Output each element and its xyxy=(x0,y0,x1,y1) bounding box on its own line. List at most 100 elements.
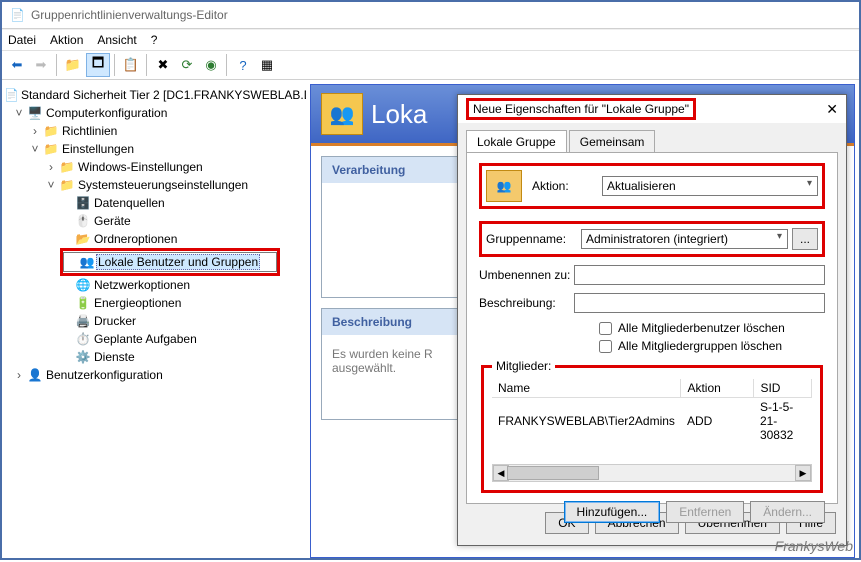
app-icon: 📄 xyxy=(10,8,25,22)
menu-bar: Datei Aktion Ansicht ? xyxy=(2,29,859,50)
check-gruppen-label: Alle Mitgliedergruppen löschen xyxy=(618,339,782,353)
users-groups-icon: 👥 xyxy=(486,170,522,202)
tree-root[interactable]: Standard Sicherheit Tier 2 [DC1.FRANKYSW… xyxy=(19,88,306,102)
computer-icon: 🖥️ xyxy=(26,106,44,120)
show-icon[interactable]: 🗖 xyxy=(86,53,110,77)
cell-name: FRANKYSWEBLAB\Tier2Admins xyxy=(492,398,681,445)
aktion-select[interactable]: Aktualisieren xyxy=(602,176,818,196)
options-icon[interactable]: ▦ xyxy=(256,54,278,76)
policy-icon: 📄 xyxy=(4,88,19,102)
toolbar-sep xyxy=(56,54,58,76)
tree-energie[interactable]: Energieoptionen xyxy=(92,296,183,310)
table-row[interactable]: FRANKYSWEBLAB\Tier2Admins ADD S-1-5-21-3… xyxy=(492,398,812,445)
toolbar: ⬅ ➡ 📁 🗖 📋 ✖ ⟳ ◉ ? ▦ xyxy=(2,50,859,80)
tree-richtlinien[interactable]: Richtlinien xyxy=(60,124,119,138)
col-aktion[interactable]: Aktion xyxy=(681,379,754,398)
datasources-icon: 🗄️ xyxy=(74,196,92,210)
folder-icon: 📁 xyxy=(58,160,76,174)
window-titlebar: 📄 Gruppenrichtlinienverwaltungs-Editor xyxy=(2,2,859,29)
services-icon: ⚙️ xyxy=(74,350,92,364)
help-icon[interactable]: ? xyxy=(232,54,254,76)
users-groups-icon: 👥 xyxy=(78,255,96,269)
refresh-icon[interactable]: ⟳ xyxy=(176,54,198,76)
pane-header-title: Loka xyxy=(371,99,427,130)
tree-windows[interactable]: Windows-Einstellungen xyxy=(76,160,205,174)
folder-icon: 📁 xyxy=(42,124,60,138)
beschreibung-input[interactable] xyxy=(574,293,825,313)
label-umbenennen: Umbenennen zu: xyxy=(479,268,574,282)
toolbar-sep xyxy=(114,54,116,76)
watermark: FrankysWeb xyxy=(775,538,853,554)
tree-geraete[interactable]: Geräte xyxy=(92,214,133,228)
scroll-thumb[interactable] xyxy=(507,466,599,480)
tab-gemeinsam[interactable]: Gemeinsam xyxy=(569,130,656,153)
tasks-icon: ⏱️ xyxy=(74,332,92,346)
tree-einstellungen[interactable]: Einstellungen xyxy=(60,142,136,156)
devices-icon: 🖱️ xyxy=(74,214,92,228)
check-benutzer-loeschen[interactable] xyxy=(599,322,612,335)
mitglieder-fieldset: Mitglieder: Name Aktion SID FRANKYSWEBLA… xyxy=(481,359,823,493)
folderopts-icon: 📂 xyxy=(74,232,92,246)
scroll-right-icon[interactable]: ▶ xyxy=(795,465,811,481)
nav-back-icon[interactable]: ⬅ xyxy=(6,54,28,76)
tree-system[interactable]: Systemsteuerungseinstellungen xyxy=(76,178,250,192)
check-gruppen-loeschen[interactable] xyxy=(599,340,612,353)
tab-lokale-gruppe[interactable]: Lokale Gruppe xyxy=(466,130,567,153)
remove-button[interactable]: Entfernen xyxy=(666,501,744,523)
tree-ordner[interactable]: Ordneroptionen xyxy=(92,232,179,246)
expand-icon[interactable]: › xyxy=(12,368,26,382)
close-icon[interactable]: ✕ xyxy=(826,101,838,118)
tree-computerconfig[interactable]: Computerkonfiguration xyxy=(44,106,169,120)
dialog-title: Neue Eigenschaften für "Lokale Gruppe" xyxy=(466,98,696,120)
folder-icon: 📁 xyxy=(58,178,76,192)
mitglieder-legend: Mitglieder: xyxy=(492,359,555,373)
printers-icon: 🖨️ xyxy=(74,314,92,328)
toolbar-sep xyxy=(226,54,228,76)
nav-tree[interactable]: 📄Standard Sicherheit Tier 2 [DC1.FRANKYS… xyxy=(2,80,306,562)
network-icon: 🌐 xyxy=(74,278,92,292)
copy-icon[interactable]: 📋 xyxy=(120,54,142,76)
properties-dialog: Neue Eigenschaften für "Lokale Gruppe" ✕… xyxy=(457,94,847,546)
add-button[interactable]: Hinzufügen... xyxy=(564,501,661,523)
menu-file[interactable]: Datei xyxy=(8,33,36,47)
delete-icon[interactable]: ✖ xyxy=(152,54,174,76)
label-aktion: Aktion: xyxy=(532,179,602,193)
users-groups-icon: 👥 xyxy=(321,93,363,135)
user-icon: 👤 xyxy=(26,368,44,382)
tree-netz[interactable]: Netzwerkoptionen xyxy=(92,278,192,292)
tree-userconfig[interactable]: Benutzerkonfiguration xyxy=(44,368,165,382)
tree-geplant[interactable]: Geplante Aufgaben xyxy=(92,332,199,346)
label-gruppenname: Gruppenname: xyxy=(486,232,581,246)
app-title: Gruppenrichtlinienverwaltungs-Editor xyxy=(31,8,228,22)
expand-icon[interactable]: › xyxy=(28,124,42,138)
tree-lokale[interactable]: Lokale Benutzer und Gruppen xyxy=(96,254,260,270)
check-benutzer-label: Alle Mitgliederbenutzer löschen xyxy=(618,321,785,335)
h-scrollbar[interactable]: ◀ ▶ xyxy=(492,464,812,482)
change-button[interactable]: Ändern... xyxy=(750,501,825,523)
gruppenname-select[interactable]: Administratoren (integriert) xyxy=(581,229,788,249)
collapse-icon[interactable]: ˅ xyxy=(28,142,42,156)
tree-dienste[interactable]: Dienste xyxy=(92,350,137,364)
col-name[interactable]: Name xyxy=(492,379,681,398)
label-beschreibung: Beschreibung: xyxy=(479,296,574,310)
menu-help[interactable]: ? xyxy=(151,33,158,47)
mitglieder-table[interactable]: Name Aktion SID FRANKYSWEBLAB\Tier2Admin… xyxy=(492,379,812,444)
nav-fwd-icon: ➡ xyxy=(30,54,52,76)
power-icon: 🔋 xyxy=(74,296,92,310)
stop-icon[interactable]: ◉ xyxy=(200,54,222,76)
browse-button[interactable]: ... xyxy=(792,228,818,250)
umbenennen-input[interactable] xyxy=(574,265,825,285)
collapse-icon[interactable]: ˅ xyxy=(44,178,58,192)
menu-view[interactable]: Ansicht xyxy=(97,33,136,47)
dialog-tabs: Lokale Gruppe Gemeinsam xyxy=(458,123,846,152)
tree-datenquellen[interactable]: Datenquellen xyxy=(92,196,167,210)
up-icon[interactable]: 📁 xyxy=(62,54,84,76)
tree-drucker[interactable]: Drucker xyxy=(92,314,138,328)
col-sid[interactable]: SID xyxy=(754,379,812,398)
menu-action[interactable]: Aktion xyxy=(50,33,83,47)
collapse-icon[interactable]: ˅ xyxy=(12,106,26,120)
cell-sid: S-1-5-21-30832 xyxy=(754,398,812,445)
toolbar-sep xyxy=(146,54,148,76)
cell-aktion: ADD xyxy=(681,398,754,445)
expand-icon[interactable]: › xyxy=(44,160,58,174)
